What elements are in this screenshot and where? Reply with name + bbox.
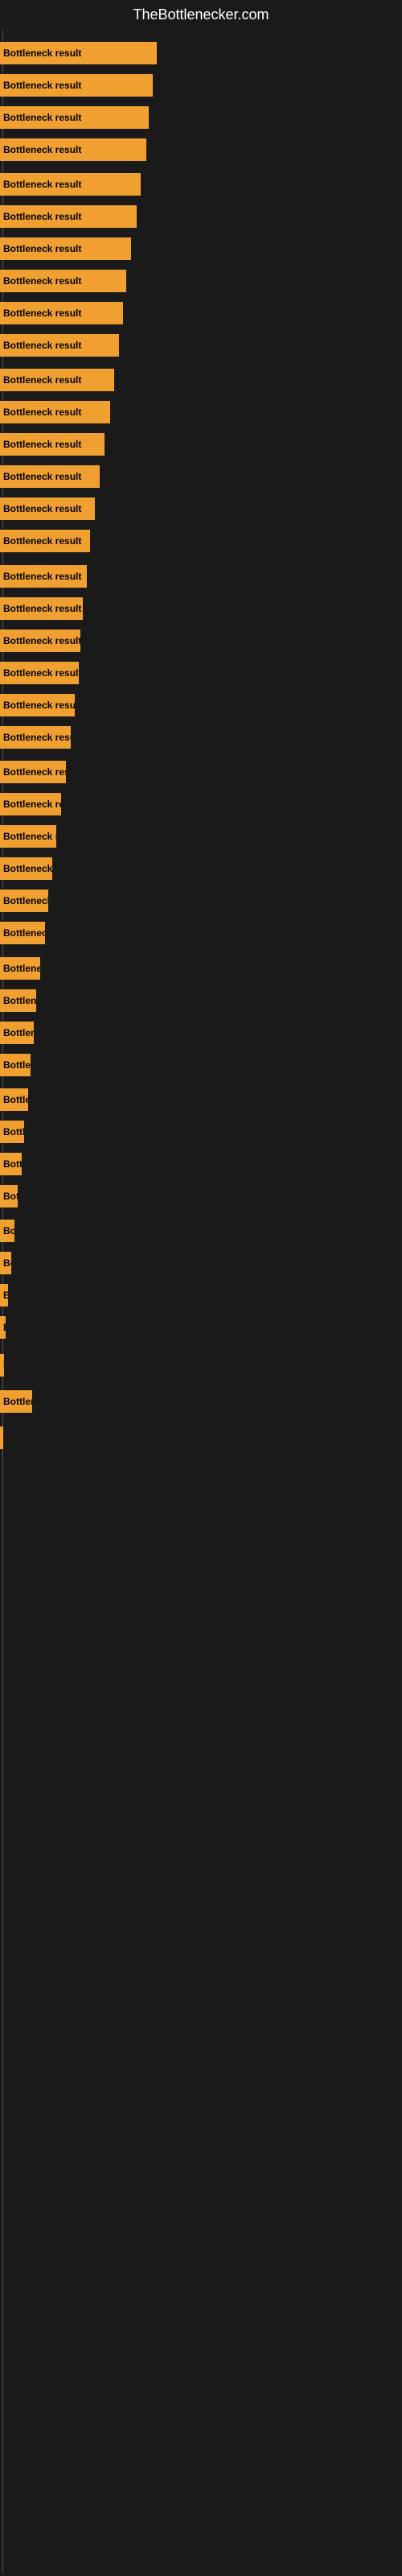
bottleneck-bar: Bottleneck result [0, 433, 105, 456]
bar-label: Bottleneck result [3, 407, 81, 418]
bar-label: Bottleneck result [3, 963, 40, 974]
bar-label: Bottleneck result [3, 374, 81, 386]
bar-label: Bottleneck result [3, 179, 81, 190]
bar-label: Bottleneck result [3, 700, 75, 711]
bar-label: Bottleneck result [3, 571, 81, 582]
bottleneck-bar: Bottleneck result [0, 138, 146, 161]
bottleneck-bar: Bottleneck result [0, 1088, 28, 1111]
bottleneck-bar: Bottleneck result [0, 369, 114, 391]
bottleneck-bar: Bottleneck result [0, 237, 131, 260]
bar-label: Bottleneck result [3, 144, 81, 155]
bar-label: Bottleneck result [3, 635, 80, 646]
bottleneck-bar: Bottleneck result [0, 1153, 22, 1175]
bottleneck-bar: Bottleneck result [0, 1284, 8, 1307]
bar-label: Bottleneck result [3, 1027, 34, 1038]
bar-label: Bottleneck result [3, 47, 81, 59]
bar-label: Bottleneck result [3, 863, 52, 874]
bar-label: Bottleneck result [3, 80, 81, 91]
bar-label: Bottleneck result [3, 799, 61, 810]
bar-label: Bottleneck result [3, 308, 81, 319]
bar-label: Bottleneck result [3, 766, 66, 778]
bottleneck-bar: Bottleneck result [0, 1054, 31, 1076]
bar-label: Bottleneck result [3, 112, 81, 123]
bottleneck-bar: Bottleneck result [0, 825, 56, 848]
bar-label: Bottleneck result [3, 1191, 18, 1202]
bottleneck-bar: Bottleneck result [0, 42, 157, 64]
bottleneck-bar: Bottleneck result [0, 989, 36, 1012]
bar-label: Bottleneck result [3, 471, 81, 482]
bottleneck-bar: Bottleneck result [0, 662, 79, 684]
bottleneck-bar: Bottleneck result [0, 401, 110, 423]
bar-label: Bottleneck result [3, 831, 56, 842]
bottleneck-bar: Bottleneck result [0, 957, 40, 980]
bottleneck-bar: Bottleneck result [0, 694, 75, 716]
bottleneck-bar: Bottleneck result [0, 1185, 18, 1208]
bar-label: Bottleneck result [3, 1322, 6, 1333]
site-title: TheBottlenecker.com [0, 0, 402, 30]
bar-label: Bottleneck result [3, 1158, 22, 1170]
bottleneck-bar: Bottleneck result [0, 857, 52, 880]
bar-label: Bottleneck result [3, 1225, 14, 1236]
bottleneck-bar: Bottleneck result [0, 1252, 11, 1274]
bar-label: Bottleneck result [3, 1290, 8, 1301]
bar-label: Bottleneck result [3, 243, 81, 254]
bottleneck-bar: Bottleneck result [0, 630, 80, 652]
bar-label: Bottleneck result [3, 927, 45, 939]
bar-label: Bottleneck result [3, 1257, 11, 1269]
bottleneck-bar: Bottleneck result [0, 205, 137, 228]
bar-label: Bottleneck result [3, 340, 81, 351]
bar-label: Bottleneck result [3, 503, 81, 514]
bottleneck-bar: Bottleneck result [0, 922, 45, 944]
bar-label: Bottleneck result [3, 732, 71, 743]
bar-label: Bottleneck result [3, 1094, 28, 1105]
bar-label: Bottleneck result [3, 1396, 32, 1407]
bottleneck-bar: Bottleneck result [0, 726, 71, 749]
bar-label: Bottleneck result [3, 995, 36, 1006]
bar-label: Bottleneck result [3, 1059, 31, 1071]
bottleneck-bar: Bottleneck result [0, 1220, 14, 1242]
chart-area: Bottleneck result Bottleneck result Bottle… [0, 30, 402, 2574]
bottleneck-bar: Bottleneck result [0, 106, 149, 129]
bottleneck-bar: Bottleneck result [0, 270, 126, 292]
bottleneck-bar: Bottleneck result [0, 761, 66, 783]
bar-label: Bottleneck result [3, 275, 81, 287]
bottleneck-bar: Bottleneck result [0, 302, 123, 324]
bar-label: Bottleneck result [3, 439, 81, 450]
bar-label: Bottleneck result [3, 895, 48, 906]
bottleneck-bar: Bottleneck result [0, 793, 61, 815]
bar-label: Bottleneck result [3, 535, 81, 547]
bottleneck-bar: Bottleneck result [0, 530, 90, 552]
bar-label: Bottleneck result [3, 211, 81, 222]
bottleneck-bar: Bottleneck result [0, 1390, 32, 1413]
bottleneck-bar: Bottleneck result [0, 74, 153, 97]
bottleneck-bar: Bottleneck result [0, 890, 48, 912]
bottleneck-bar: Bottleneck result [0, 334, 119, 357]
bottleneck-bar: Bottleneck result [0, 497, 95, 520]
bottleneck-bar: Bottleneck result [0, 1121, 24, 1143]
bar-label: Bottleneck result [3, 1126, 24, 1137]
bar-label: B [3, 1360, 4, 1371]
bottleneck-bar: Bottleneck result [0, 1022, 34, 1044]
bottleneck-bar [0, 1426, 3, 1449]
bottleneck-bar: B [0, 1354, 4, 1377]
bar-label: Bottleneck result [3, 667, 79, 679]
bottleneck-bar: Bottleneck result [0, 465, 100, 488]
bar-label: Bottleneck result [3, 603, 81, 614]
bottleneck-bar: Bottleneck result [0, 565, 87, 588]
bottleneck-bar: Bottleneck result [0, 173, 141, 196]
bottleneck-bar: Bottleneck result [0, 1316, 6, 1339]
bottleneck-bar: Bottleneck result [0, 597, 83, 620]
